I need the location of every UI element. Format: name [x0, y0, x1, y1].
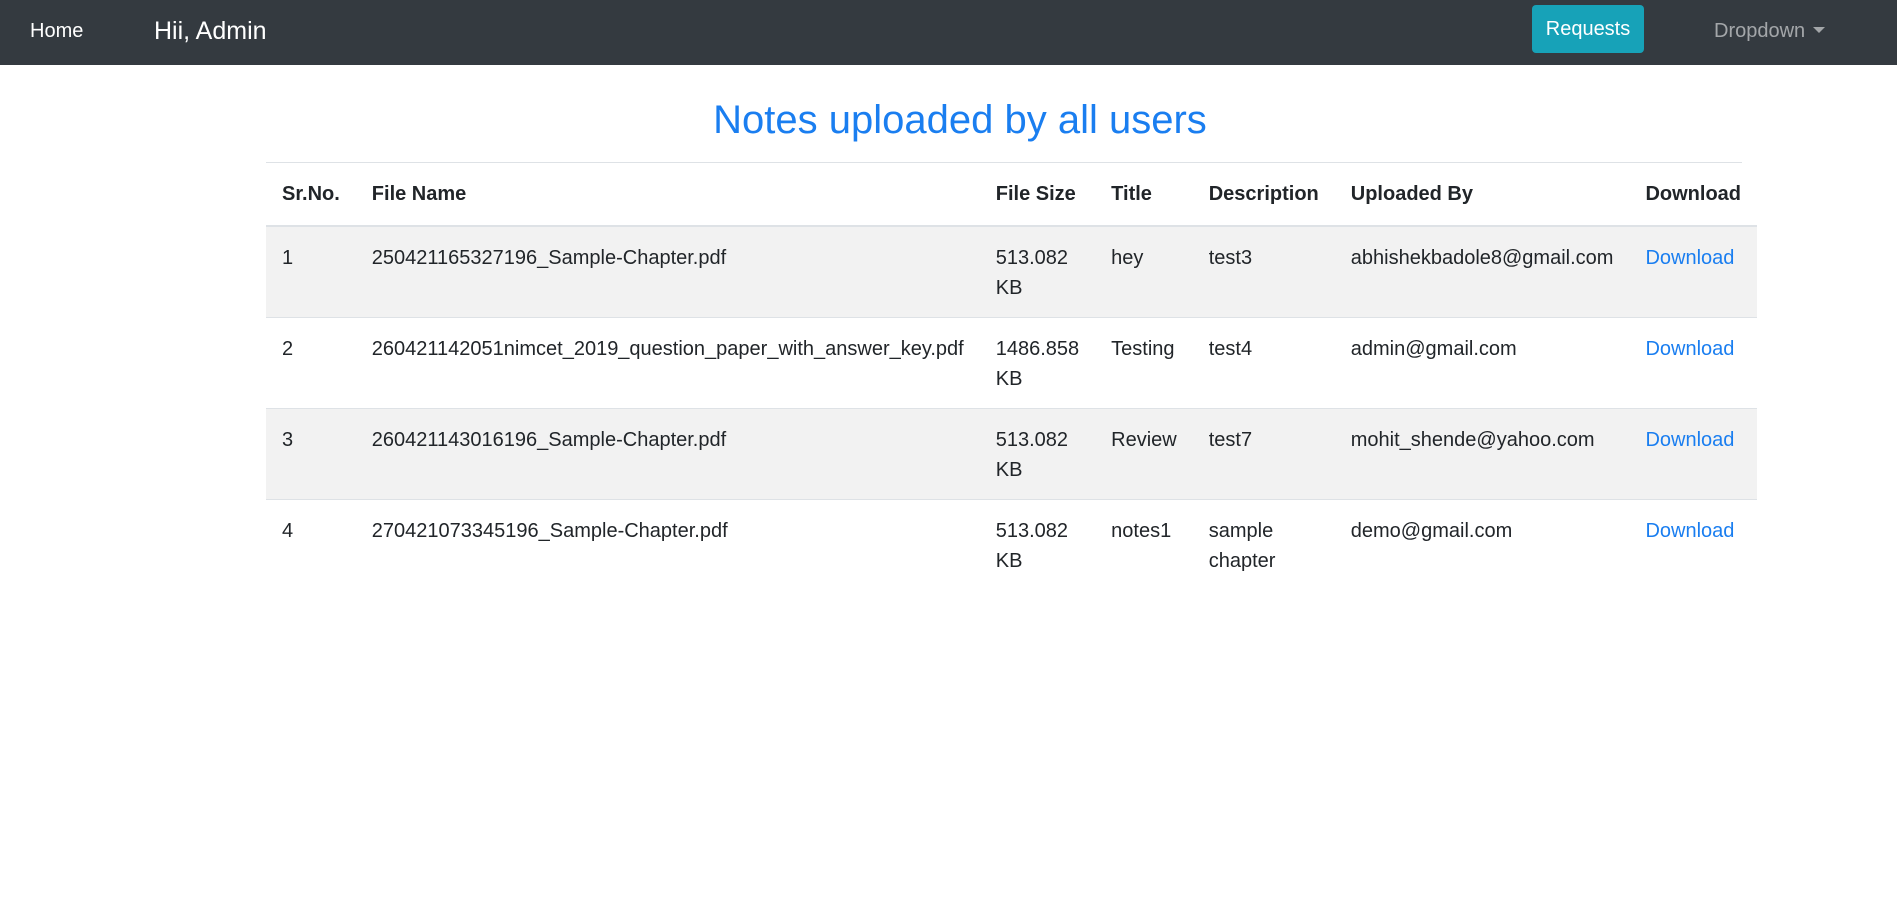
file-size-unit: KB — [995, 459, 1023, 481]
caret-down-icon — [1813, 27, 1826, 33]
dropdown-label: Dropdown — [1714, 20, 1806, 42]
cell-description: test4 — [1192, 317, 1335, 409]
cell-uploaded-by: abhishekbadole8@gmail.com — [1334, 226, 1630, 318]
file-size-value: 513.082 — [995, 520, 1069, 542]
download-link[interactable]: Download — [1645, 520, 1734, 542]
top-navbar: Home Hii, Admin Requests Dropdown — [0, 0, 1897, 65]
cell-description: test7 — [1192, 408, 1335, 500]
file-size-unit: KB — [995, 368, 1023, 390]
table-header: Sr.No. File Name File Size Title Descrip… — [266, 163, 1757, 227]
requests-button[interactable]: Requests — [1532, 5, 1644, 53]
header-title: Title — [1095, 163, 1193, 227]
notes-table: Sr.No. File Name File Size Title Descrip… — [266, 163, 1757, 591]
table-row: 3 260421143016196_Sample-Chapter.pdf 513… — [266, 408, 1757, 500]
cell-title: notes1 — [1095, 499, 1193, 591]
cell-download: Download — [1629, 226, 1757, 318]
cell-download: Download — [1629, 408, 1757, 500]
admin-greeting: Hii, Admin — [154, 17, 267, 45]
table-row: 2 260421142051nimcet_2019_question_paper… — [266, 317, 1757, 409]
cell-uploaded-by: demo@gmail.com — [1334, 499, 1630, 591]
nav-dropdown-toggle[interactable]: Dropdown — [1714, 19, 1826, 43]
cell-sr-no: 1 — [266, 226, 356, 318]
cell-download: Download — [1629, 317, 1757, 409]
file-size-value: 513.082 — [995, 247, 1069, 269]
cell-file-size: 1486.858 KB — [979, 317, 1096, 409]
cell-file-name: 250421165327196_Sample-Chapter.pdf — [355, 226, 980, 318]
cell-sr-no: 4 — [266, 499, 356, 591]
header-file-name: File Name — [355, 163, 980, 227]
cell-file-name: 260421142051nimcet_2019_question_paper_w… — [355, 317, 980, 409]
header-uploaded-by: Uploaded By — [1334, 163, 1630, 227]
cell-title: Review — [1095, 408, 1193, 500]
cell-uploaded-by: admin@gmail.com — [1334, 317, 1630, 409]
download-link[interactable]: Download — [1645, 429, 1734, 451]
table-row: 1 250421165327196_Sample-Chapter.pdf 513… — [266, 226, 1757, 318]
file-size-value: 1486.858 — [995, 338, 1080, 360]
file-size-unit: KB — [995, 550, 1023, 572]
page-title: Notes uploaded by all users — [713, 98, 1207, 142]
file-size-value: 513.082 — [995, 429, 1069, 451]
cell-description: test3 — [1192, 226, 1335, 318]
cell-file-size: 513.082 KB — [979, 408, 1096, 500]
cell-sr-no: 3 — [266, 408, 356, 500]
nav-home-link[interactable]: Home — [30, 19, 83, 43]
table-row: 4 270421073345196_Sample-Chapter.pdf 513… — [266, 499, 1757, 591]
cell-title: Testing — [1095, 317, 1193, 409]
header-file-size: File Size — [979, 163, 1096, 227]
cell-uploaded-by: mohit_shende@yahoo.com — [1334, 408, 1630, 500]
cell-file-size: 513.082 KB — [979, 226, 1096, 318]
header-sr-no: Sr.No. — [266, 163, 356, 227]
cell-file-name: 270421073345196_Sample-Chapter.pdf — [355, 499, 980, 591]
header-description: Description — [1192, 163, 1335, 227]
header-download: Download — [1629, 163, 1757, 227]
cell-sr-no: 2 — [266, 317, 356, 409]
download-link[interactable]: Download — [1645, 338, 1734, 360]
file-size-unit: KB — [995, 277, 1023, 299]
table-body: 1 250421165327196_Sample-Chapter.pdf 513… — [266, 226, 1757, 591]
cell-title: hey — [1095, 226, 1193, 318]
cell-description: sample chapter — [1192, 499, 1335, 591]
cell-file-name: 260421143016196_Sample-Chapter.pdf — [355, 408, 980, 500]
cell-download: Download — [1629, 499, 1757, 591]
download-link[interactable]: Download — [1645, 247, 1734, 269]
table-header-row: Sr.No. File Name File Size Title Descrip… — [266, 163, 1757, 227]
cell-file-size: 513.082 KB — [979, 499, 1096, 591]
